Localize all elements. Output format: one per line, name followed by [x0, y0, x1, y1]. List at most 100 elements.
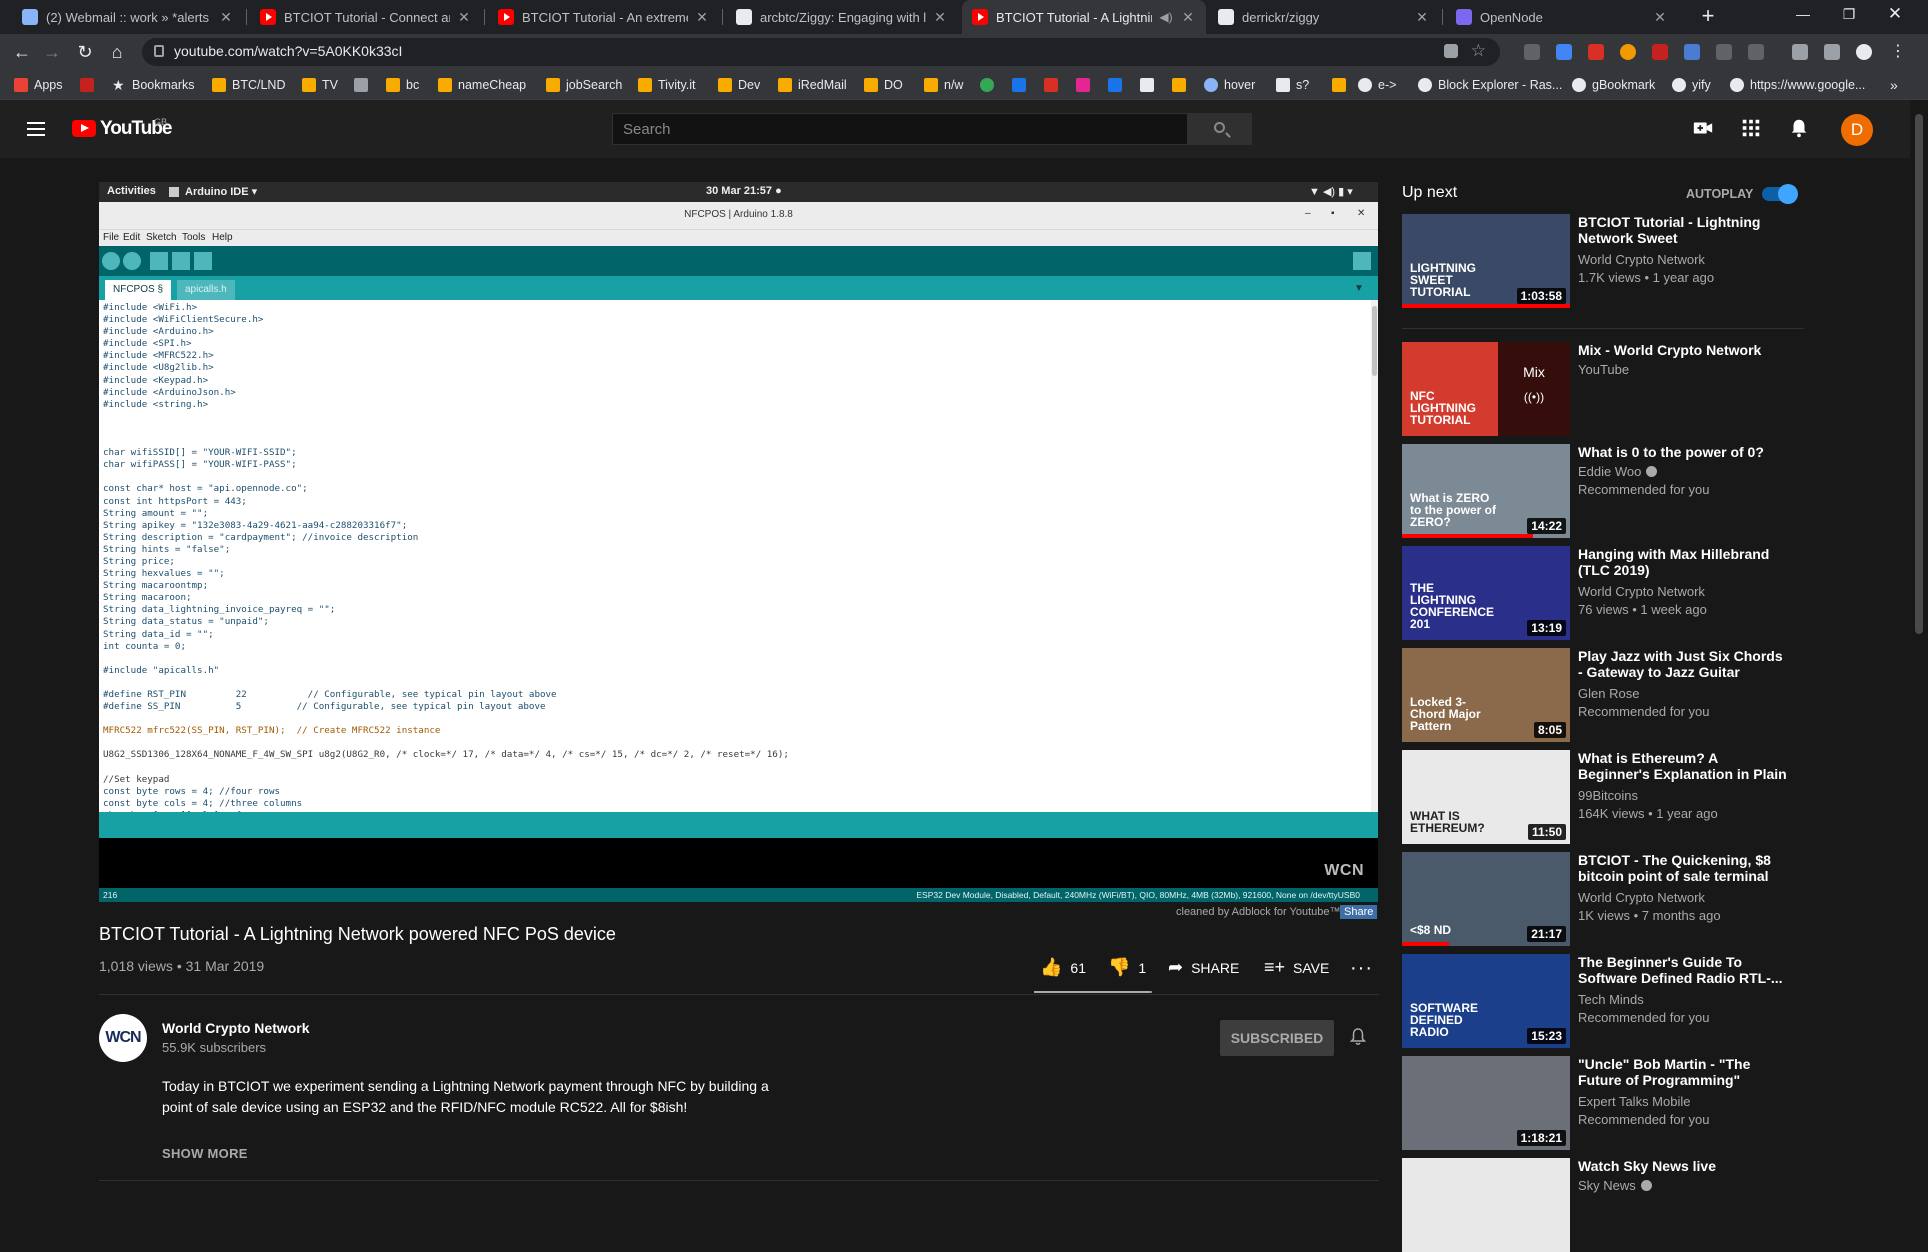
recommended-video-title[interactable]: BTCIOT Tutorial - Lightning Network Swee… [1578, 214, 1788, 248]
search-button[interactable] [1188, 113, 1252, 145]
recommended-video-title[interactable]: Mix - World Crypto Network [1578, 342, 1788, 358]
browser-tab[interactable]: BTCIOT Tutorial - Connect an ESP ✕ [250, 0, 482, 34]
bookmark-item[interactable] [1012, 75, 1032, 95]
video-thumbnail[interactable]: <$8 ND 21:17 [1402, 852, 1570, 946]
new-tab-button[interactable]: + [1696, 5, 1720, 29]
bookmark-item[interactable]: e-> [1358, 75, 1396, 95]
bookmark-folder[interactable]: Tivity.it [638, 75, 696, 95]
recommended-video[interactable]: <$8 ND 21:17 BTCIOT - The Quickening, $8 b… [1402, 852, 1802, 946]
bookmark-item[interactable] [1108, 75, 1128, 95]
recommended-video[interactable]: What is ZERO to the power of ZERO? 14:22 W… [1402, 444, 1802, 538]
bookmark-item[interactable]: hover [1204, 75, 1255, 95]
dislike-button[interactable]: 👎 1 [1108, 957, 1146, 978]
video-thumbnail[interactable]: SOFTWARE DEFINED RADIO 15:23 [1402, 954, 1570, 1048]
youtube-logo-icon[interactable] [72, 120, 96, 137]
close-icon[interactable]: ✕ [456, 9, 472, 26]
scrollbar-thumb[interactable] [1915, 114, 1923, 634]
address-bar[interactable]: youtube.com/watch?v=5A0KK0k33cI ☆ [142, 38, 1500, 66]
autoplay-toggle[interactable] [1762, 184, 1798, 204]
recommended-video[interactable]: 1:18:21 "Uncle" Bob Martin - "The Future … [1402, 1056, 1802, 1150]
close-icon[interactable]: ✕ [932, 9, 948, 26]
video-thumbnail[interactable]: THE LIGHTNING CONFERENCE 201 13:19 [1402, 546, 1570, 640]
menu-icon[interactable] [27, 122, 45, 136]
recommended-video[interactable]: Watch Sky News live Sky News [1402, 1158, 1802, 1252]
recommended-video-title[interactable]: What is Ethereum? A Beginner's Explanati… [1578, 750, 1788, 784]
bookmark-item[interactable] [1332, 75, 1352, 95]
bookmark-item[interactable]: s? [1276, 75, 1309, 95]
bookmark-folder[interactable]: Dev [718, 75, 760, 95]
bookmark-item[interactable]: https://www.google... [1730, 75, 1865, 95]
profile-icon[interactable] [1856, 44, 1872, 60]
chrome-menu-icon[interactable]: ⋮ [1890, 41, 1906, 60]
bookmark-item[interactable] [980, 75, 1000, 95]
bookmark-item[interactable] [1140, 75, 1160, 95]
bookmark-item[interactable] [1076, 75, 1096, 95]
extension-icon[interactable] [1620, 44, 1636, 60]
page-scrollbar[interactable] [1910, 100, 1928, 1200]
browser-tab[interactable]: (2) Webmail :: work » *alerts ✕ [12, 0, 244, 34]
extension-icon[interactable] [1716, 44, 1732, 60]
bookmark-folder[interactable]: bc [386, 75, 419, 95]
recommended-video-title[interactable]: The Beginner's Guide To Software Defined… [1578, 954, 1788, 986]
bookmark-item[interactable]: gBookmark [1572, 75, 1655, 95]
video-thumbnail[interactable]: Locked 3-Chord Major Pattern 8:05 [1402, 648, 1570, 742]
video-thumbnail[interactable]: NFC LIGHTNING TUTORIAL Mix ((•)) [1402, 342, 1570, 436]
recommended-video[interactable]: Locked 3-Chord Major Pattern 8:05 Play Jaz… [1402, 648, 1802, 742]
close-icon[interactable]: ✕ [694, 9, 710, 26]
bookmark-folder[interactable]: jobSearch [546, 75, 622, 95]
subscribe-button[interactable]: SUBSCRIBED [1220, 1020, 1334, 1056]
bookmark-folder[interactable]: TV [302, 75, 338, 95]
recommended-video-title[interactable]: BTCIOT - The Quickening, $8 bitcoin poin… [1578, 852, 1788, 884]
close-window-button[interactable]: ✕ [1872, 0, 1918, 30]
extension-icon[interactable] [1824, 44, 1840, 60]
bookmark-folder[interactable]: BTC/LND [212, 75, 285, 95]
recommended-video[interactable]: SOFTWARE DEFINED RADIO 15:23 The Beginner'… [1402, 954, 1802, 1048]
recommended-video[interactable]: LIGHTNING SWEET TUTORIAL 1:03:58 BTCIOT Tu… [1402, 214, 1802, 308]
more-actions-icon[interactable]: ··· [1350, 957, 1373, 980]
bookmark-star-icon[interactable]: ☆ [1471, 41, 1486, 61]
extension-icon[interactable] [1524, 44, 1540, 60]
close-icon[interactable]: ✕ [1180, 9, 1196, 26]
speaker-icon[interactable]: ◀) [1158, 10, 1174, 24]
recommended-video[interactable]: WHAT IS ETHEREUM? 11:50 What is Ethereum? … [1402, 750, 1802, 844]
close-icon[interactable]: ✕ [218, 9, 234, 26]
bookmark-item[interactable] [1044, 75, 1064, 95]
minimize-button[interactable]: — [1780, 0, 1826, 30]
extension-icon[interactable] [1652, 44, 1668, 60]
video-thumbnail[interactable]: 1:18:21 [1402, 1056, 1570, 1150]
bookmark-item[interactable] [1172, 75, 1192, 95]
recommended-video-title[interactable]: Play Jazz with Just Six Chords - Gateway… [1578, 648, 1788, 680]
user-avatar[interactable]: D [1841, 114, 1873, 146]
video-thumbnail[interactable]: What is ZERO to the power of ZERO? 14:22 [1402, 444, 1570, 538]
show-more-button[interactable]: SHOW MORE [162, 1146, 248, 1161]
extension-icon[interactable] [1684, 44, 1700, 60]
forward-button[interactable]: → [40, 40, 64, 64]
adblock-share-button[interactable]: Share [1340, 905, 1378, 919]
extension-icon[interactable] [1748, 44, 1764, 60]
bookmark-folder[interactable]: n/w [924, 75, 963, 95]
share-button[interactable]: ➦ SHARE [1168, 957, 1239, 978]
bookmark-item[interactable]: ★ Bookmarks [112, 75, 195, 95]
bookmark-folder[interactable]: DO [864, 75, 903, 95]
browser-tab-active[interactable]: BTCIOT Tutorial - A Lightning ◀) ✕ [962, 0, 1206, 34]
tracking-blocked-icon[interactable] [1444, 44, 1458, 58]
video-thumbnail[interactable]: LIGHTNING SWEET TUTORIAL 1:03:58 [1402, 214, 1570, 308]
bookmark-folder[interactable]: iRedMail [778, 75, 847, 95]
close-icon[interactable]: ✕ [1652, 9, 1668, 26]
bookmark-item[interactable]: yify [1672, 75, 1711, 95]
reload-button[interactable]: ↻ [73, 40, 97, 64]
bookmark-folder[interactable]: nameCheap [438, 75, 526, 95]
more-bookmarks-chevron-icon[interactable]: » [1890, 75, 1898, 95]
like-button[interactable]: 👍 61 [1040, 957, 1086, 978]
video-thumbnail[interactable] [1402, 1158, 1570, 1252]
recommended-video-title[interactable]: "Uncle" Bob Martin - "The Future of Prog… [1578, 1056, 1788, 1088]
channel-avatar[interactable]: WCN [99, 1014, 147, 1062]
recommended-video-title[interactable]: Watch Sky News live [1578, 1158, 1788, 1174]
recommended-video[interactable]: THE LIGHTNING CONFERENCE 201 13:19 Hanging… [1402, 546, 1802, 640]
home-button[interactable]: ⌂ [105, 40, 129, 64]
apps-grid-icon[interactable] [1740, 117, 1762, 139]
browser-tab[interactable]: arcbtc/Ziggy: Engaging with ligh ✕ [726, 0, 958, 34]
back-button[interactable]: ← [10, 40, 34, 64]
extension-icon[interactable] [1556, 44, 1572, 60]
search-input[interactable]: Search [612, 113, 1188, 145]
